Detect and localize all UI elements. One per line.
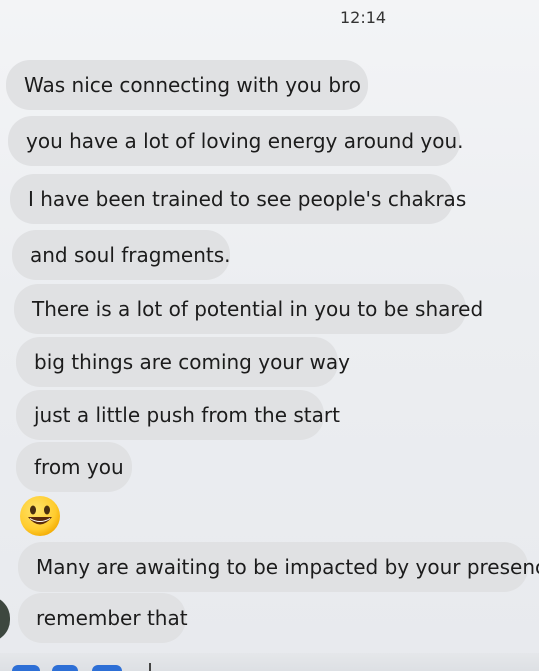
message-timestamp: 12:14 <box>340 8 387 27</box>
toolbar-icon[interactable] <box>52 665 78 671</box>
avatar[interactable] <box>0 596 10 642</box>
toolbar-icon[interactable] <box>92 665 122 671</box>
chat-screen: 12:14 Was nice connecting with you bro y… <box>0 0 539 671</box>
text-cursor-icon <box>149 663 151 671</box>
message-bubble[interactable]: Was nice connecting with you bro <box>6 60 368 110</box>
bottom-toolbar <box>0 653 539 671</box>
message-bubble[interactable]: from you <box>16 442 132 492</box>
message-bubble[interactable]: There is a lot of potential in you to be… <box>14 284 483 334</box>
message-bubble[interactable]: I have been trained to see people's chak… <box>10 174 466 224</box>
toolbar-icon[interactable] <box>12 665 40 671</box>
message-bubble[interactable]: just a little push from the start <box>16 390 340 440</box>
message-bubble[interactable]: Many are awaiting to be impacted by your… <box>18 542 539 592</box>
message-bubble[interactable]: big things are coming your way <box>16 337 350 387</box>
grinning-face-emoji-icon[interactable] <box>18 494 62 538</box>
message-bubble[interactable]: you have a lot of loving energy around y… <box>8 116 464 166</box>
message-bubble[interactable]: remember that <box>18 593 188 643</box>
message-bubble[interactable]: and soul fragments. <box>12 230 231 280</box>
